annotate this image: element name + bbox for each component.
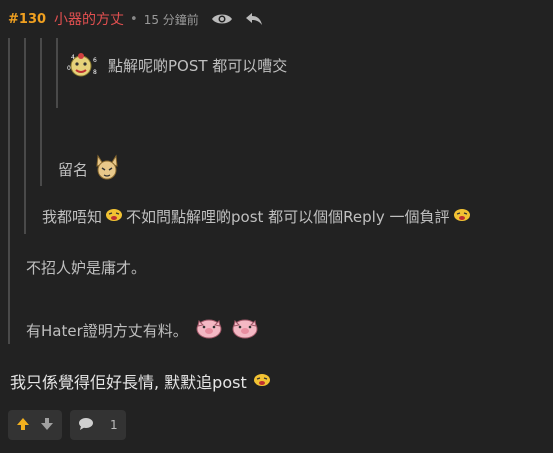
- separator-dot: •: [130, 11, 138, 27]
- quote-level4-text: 點解呢啲POST 都可以嘈交: [108, 56, 288, 75]
- quote-level2: 我都唔知 不如問點解哩啲post 都可以個個Reply 一個負評: [42, 206, 474, 227]
- comment-button[interactable]: 1: [70, 410, 126, 440]
- username-link[interactable]: 小器的方丈: [54, 9, 124, 29]
- quote-level4: 4 6 0 8 點解呢啲POST 都可以嘈交: [62, 48, 287, 82]
- fox-face-emoticon-icon: [94, 152, 120, 186]
- quote-level1-text-1: 不招人妒是庸才。: [26, 259, 147, 277]
- comment-count: 1: [110, 418, 118, 432]
- reply-body: 我只係覺得佢好長情, 默默追post: [10, 369, 274, 393]
- svg-text:6: 6: [93, 57, 97, 64]
- view-eye-icon[interactable]: [211, 12, 233, 26]
- quote-level2-text-a: 我都唔知: [42, 208, 103, 226]
- quote-level1-text-2: 有Hater證明方丈有料。: [26, 321, 188, 340]
- yellow-shouting-face-icon: [105, 208, 123, 226]
- comment-bubble-icon: [78, 416, 94, 435]
- action-bar: 1: [8, 410, 126, 440]
- quote-level2-text-b: 不如問點解哩啲post 都可以個個Reply 一個負評: [126, 208, 450, 226]
- downvote-arrow-icon[interactable]: [40, 416, 54, 435]
- quote-level1-line2: 有Hater證明方丈有料。: [26, 317, 263, 343]
- vote-buttons: [8, 410, 62, 440]
- quote-line-1: [8, 38, 10, 344]
- upvote-arrow-icon[interactable]: [16, 416, 30, 435]
- quote-line-4: [56, 38, 58, 108]
- quote-line-2: [24, 38, 26, 234]
- quote-level3: 留名: [58, 152, 123, 186]
- post-header: #130 小器的方丈 • 15 分鐘前: [8, 8, 263, 30]
- pig-face-emoticon-icon: [194, 317, 224, 343]
- quote-level1-line1: 不招人妒是庸才。: [26, 257, 146, 278]
- yellow-shouting-face-icon: [253, 372, 271, 391]
- svg-text:0: 0: [67, 65, 71, 72]
- yellow-shouting-face-icon: [453, 208, 471, 226]
- reply-text: 我只係覺得佢好長情, 默默追post: [10, 373, 247, 392]
- reply-arrow-icon[interactable]: [245, 12, 263, 26]
- svg-text:4: 4: [71, 54, 75, 61]
- pig-face-emoticon-icon: [230, 317, 260, 343]
- post-timestamp: 15 分鐘前: [143, 12, 199, 27]
- quote-level3-text: 留名: [58, 160, 89, 179]
- quote-line-3: [40, 38, 42, 186]
- clown-face-emoticon-icon: 4 6 0 8: [65, 48, 101, 82]
- svg-text:8: 8: [93, 69, 97, 76]
- post-number[interactable]: #130: [8, 12, 46, 27]
